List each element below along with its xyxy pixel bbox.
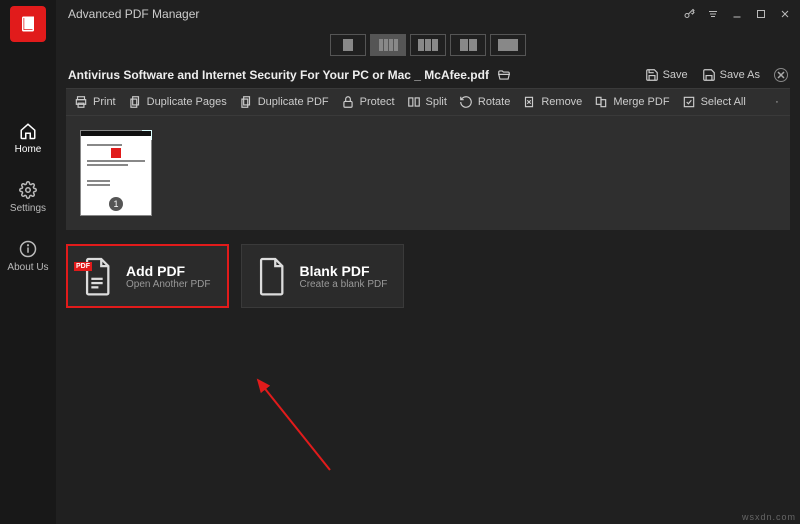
view-single[interactable] [330,34,366,56]
tool-remove-label: Remove [541,96,582,108]
tool-print[interactable]: Print [74,95,116,109]
tool-remove[interactable]: Remove [522,95,582,109]
nav-about[interactable]: About Us [0,236,56,277]
tool-protect[interactable]: Protect [341,95,395,109]
tool-rotate-label: Rotate [478,96,510,108]
add-pdf-title: Add PDF [126,263,211,279]
tool-select-all[interactable]: Select All [682,95,746,109]
menu-button[interactable] [706,7,720,21]
save-icon [645,68,659,82]
key-icon [683,8,695,20]
close-window-button[interactable] [778,7,792,21]
app-title: Advanced PDF Manager [68,7,199,21]
home-icon [19,122,37,140]
save-as-button[interactable]: Save As [702,68,760,82]
blank-pdf-icon [254,256,288,296]
watermark: wsxdn.com [742,512,796,522]
info-icon [19,240,37,258]
key-button[interactable] [682,7,696,21]
tool-split-label: Split [426,96,447,108]
titlebar: Advanced PDF Manager [56,0,800,28]
tool-duplicate-pages[interactable]: Duplicate Pages [128,95,227,109]
blank-pdf-subtitle: Create a blank PDF [300,279,388,290]
pdf-badge: PDF [74,262,92,271]
page-number-badge: 1 [109,197,123,211]
nav-home[interactable]: Home [0,118,56,159]
tool-rotate[interactable]: Rotate [459,95,510,109]
split-icon [407,95,421,109]
view-mode-row [56,28,800,62]
maximize-button[interactable] [754,7,768,21]
tool-print-label: Print [93,96,116,108]
close-icon [779,8,791,20]
action-cards-row: PDF Add PDF Open Another PDF Blank PDF C… [56,230,800,322]
add-pdf-card[interactable]: PDF Add PDF Open Another PDF [66,244,229,308]
folder-open-icon[interactable] [497,68,511,82]
save-label: Save [663,69,688,81]
thumbnail-strip: × 1 [66,116,790,230]
nav-settings[interactable]: Settings [0,177,56,218]
print-icon [74,95,88,109]
page-thumbnail[interactable]: × 1 [80,130,152,216]
gear-icon [19,181,37,199]
lock-icon [341,95,355,109]
save-button[interactable]: Save [645,68,688,82]
tool-merge-label: Merge PDF [613,96,669,108]
document-name: Antivirus Software and Internet Security… [68,68,489,82]
tool-duplicate-pages-label: Duplicate Pages [147,96,227,108]
view-2col[interactable] [450,34,486,56]
tool-split[interactable]: Split [407,95,447,109]
minimize-icon [731,8,743,20]
duplicate-pages-icon [128,95,142,109]
close-icon [775,68,787,82]
view-wide[interactable] [490,34,526,56]
tool-select-all-label: Select All [701,96,746,108]
nav-home-label: Home [15,144,42,155]
rotate-icon [459,95,473,109]
save-as-label: Save As [720,69,760,81]
close-document-button[interactable] [774,68,788,82]
maximize-icon [755,8,767,20]
view-3col[interactable] [410,34,446,56]
tool-merge[interactable]: Merge PDF [594,95,669,109]
tool-protect-label: Protect [360,96,395,108]
duplicate-pdf-icon [239,95,253,109]
nav-settings-label: Settings [10,203,46,214]
save-as-icon [702,68,716,82]
nav-about-label: About Us [7,262,48,273]
blank-pdf-card[interactable]: Blank PDF Create a blank PDF [241,244,405,308]
minimize-button[interactable] [730,7,744,21]
add-pdf-icon: PDF [80,256,114,296]
view-4col[interactable] [370,34,406,56]
app-logo [10,6,46,42]
left-nav-rail: Home Settings About Us [0,0,56,524]
main-region: Advanced PDF Manager Antivirus Software … [56,0,800,524]
add-pdf-subtitle: Open Another PDF [126,279,211,290]
blank-pdf-title: Blank PDF [300,263,388,279]
toolbar-overflow[interactable]: · [772,96,782,108]
document-bar: Antivirus Software and Internet Security… [56,62,800,88]
merge-icon [594,95,608,109]
menu-icon [707,8,719,20]
toolbar: Print Duplicate Pages Duplicate PDF Prot… [66,88,790,116]
select-all-icon [682,95,696,109]
remove-icon [522,95,536,109]
tool-duplicate-pdf-label: Duplicate PDF [258,96,329,108]
tool-duplicate-pdf[interactable]: Duplicate PDF [239,95,329,109]
